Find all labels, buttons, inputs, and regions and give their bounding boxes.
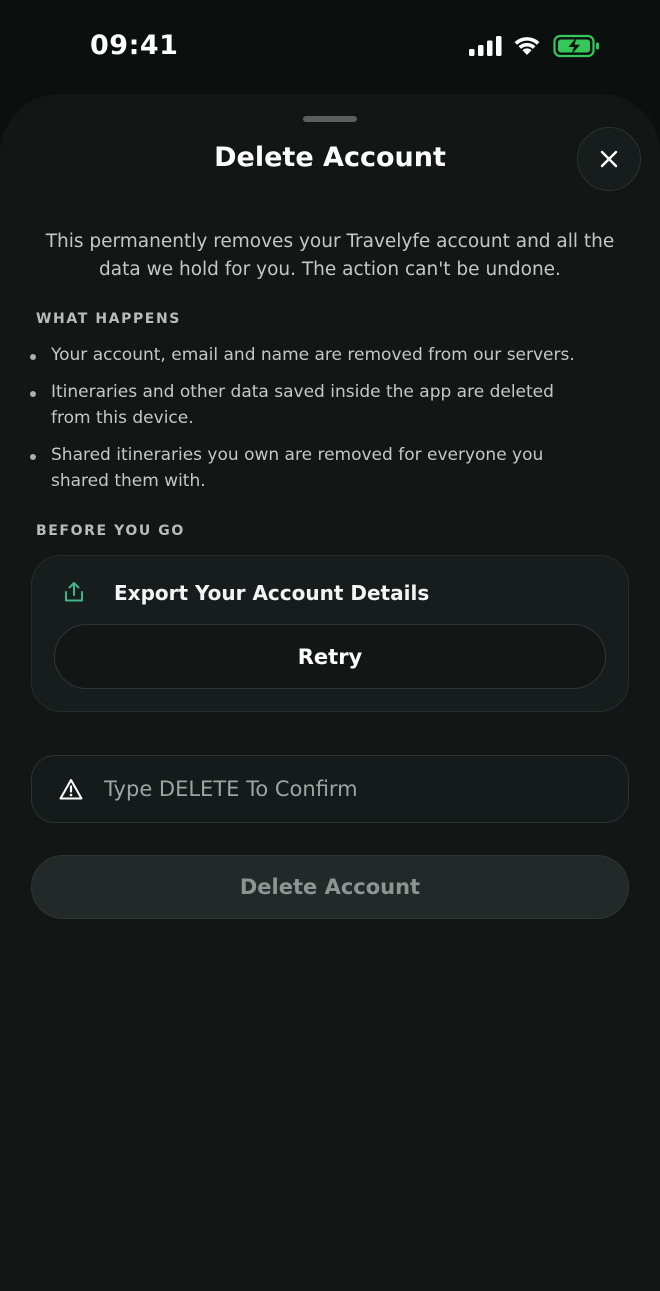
bullet-dot bbox=[30, 454, 36, 460]
export-title[interactable]: Export Your Account Details bbox=[114, 581, 429, 605]
status-time: 09:41 bbox=[90, 30, 179, 61]
delete-confirm-input[interactable] bbox=[104, 756, 604, 821]
delete-account-button[interactable]: Delete Account bbox=[31, 855, 629, 919]
what-happens-label: WHAT HAPPENS bbox=[36, 311, 181, 327]
status-bar: 09:41 bbox=[0, 0, 660, 100]
what-happens-list: Your account, email and name are removed… bbox=[30, 342, 590, 505]
close-button[interactable] bbox=[577, 127, 641, 191]
before-you-go-label: BEFORE YOU GO bbox=[36, 523, 185, 539]
list-item-text: Shared itineraries you own are removed f… bbox=[51, 445, 544, 491]
cellular-signal-icon bbox=[469, 36, 502, 56]
intro-text: This permanently removes your Travelyfe … bbox=[45, 231, 615, 280]
delete-account-sheet: Delete Account This permanently removes … bbox=[0, 94, 660, 1291]
retry-button[interactable]: Retry bbox=[54, 624, 606, 689]
battery-charging-icon bbox=[553, 34, 599, 58]
bullet-dot bbox=[30, 354, 36, 360]
export-card: Export Your Account Details Retry bbox=[31, 555, 629, 712]
close-icon bbox=[600, 150, 618, 168]
wifi-icon bbox=[514, 37, 540, 55]
warning-icon bbox=[59, 779, 83, 800]
sheet-title: Delete Account bbox=[214, 142, 446, 173]
list-item: Your account, email and name are removed… bbox=[30, 342, 590, 368]
sheet-grabber[interactable] bbox=[303, 116, 357, 122]
bullet-dot bbox=[30, 391, 36, 397]
list-item: Itineraries and other data saved inside … bbox=[30, 379, 590, 431]
list-item-text: Itineraries and other data saved inside … bbox=[51, 382, 554, 428]
share-export-icon bbox=[65, 582, 83, 602]
list-item-text: Your account, email and name are removed… bbox=[51, 345, 575, 365]
delete-confirm-field[interactable] bbox=[31, 755, 629, 823]
list-item: Shared itineraries you own are removed f… bbox=[30, 442, 590, 494]
